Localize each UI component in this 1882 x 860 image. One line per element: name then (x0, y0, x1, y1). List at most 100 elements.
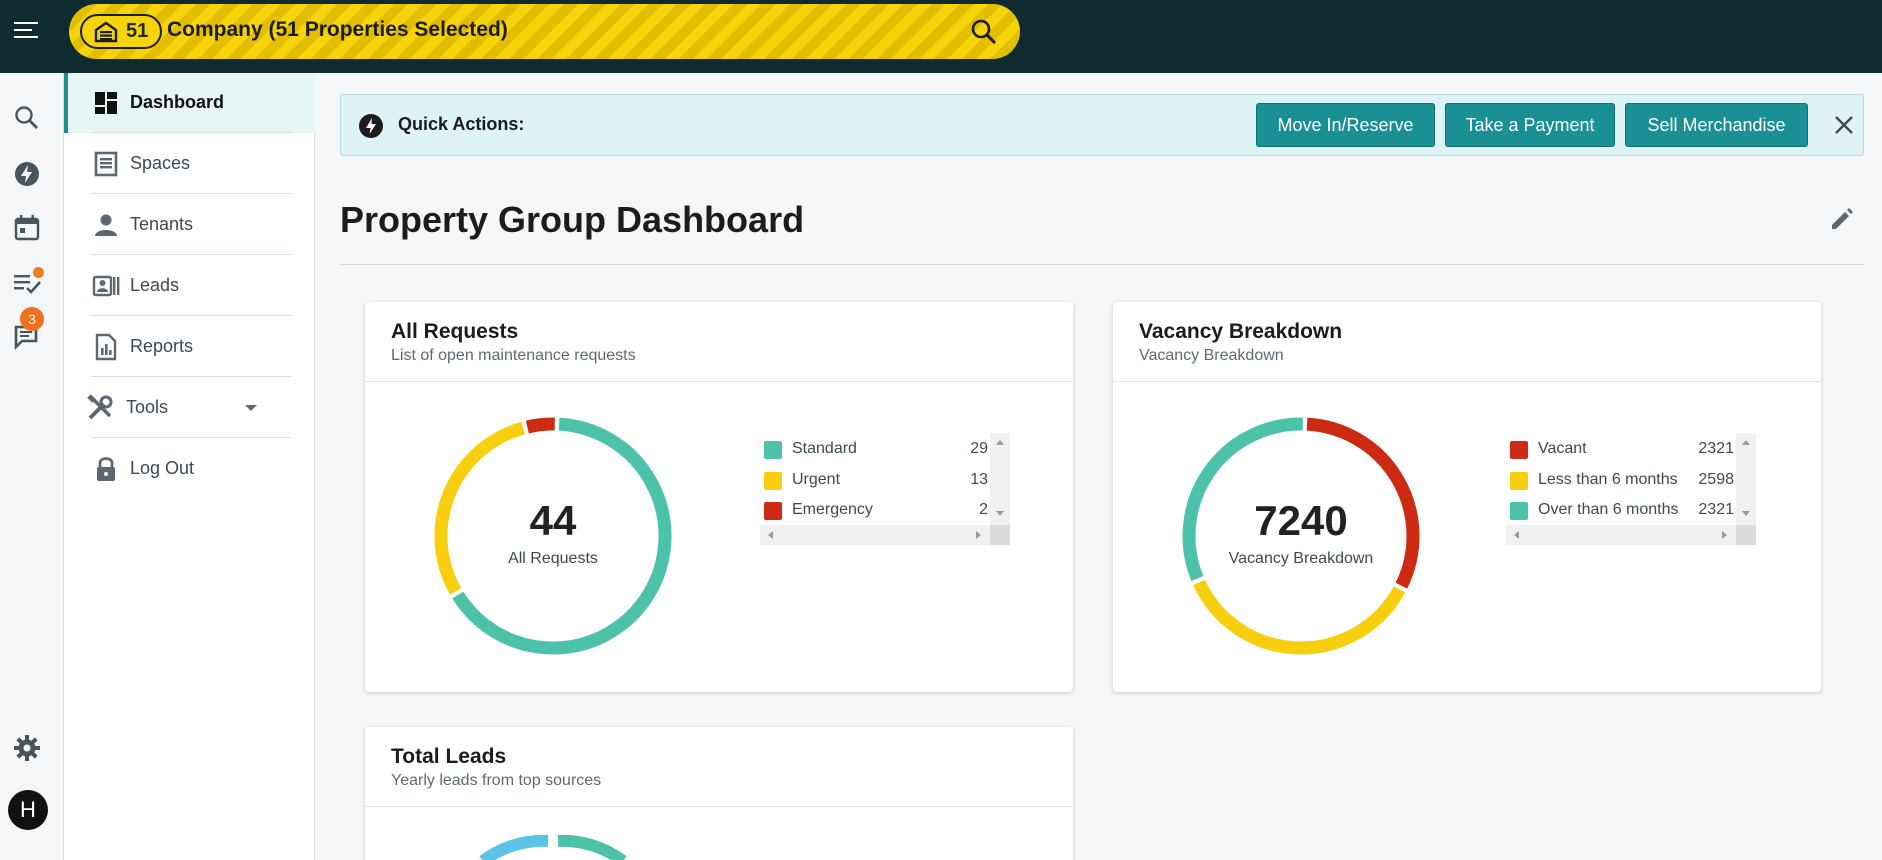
search-icon[interactable] (970, 18, 998, 46)
card-header: All Requests List of open maintenance re… (365, 302, 1073, 382)
legend-vertical-scrollbar[interactable] (1736, 433, 1756, 525)
bolt-icon[interactable] (12, 159, 42, 189)
side-nav: Dashboard Spaces Tenants Leads Reports T… (64, 73, 315, 860)
legend-swatch (1510, 472, 1528, 490)
nav-item-logout[interactable]: Log Out (64, 439, 315, 499)
top-bar: 51 Company (51 Properties Selected) (0, 0, 1882, 73)
dashboard-icon (95, 92, 117, 114)
person-icon (95, 214, 117, 236)
nav-item-tenants[interactable]: Tenants (64, 195, 315, 255)
legend-item: Urgent 13 (762, 469, 988, 493)
chart-legend: Vacant 2321 Less than 6 months 2598 Over… (1506, 433, 1756, 545)
leads-donut-chart-partial (479, 834, 627, 860)
icon-rail: 3 H (0, 73, 64, 860)
legend-value: 2321 (1698, 501, 1734, 518)
bolt-icon (359, 114, 383, 138)
legend-item: Vacant 2321 (1508, 438, 1734, 462)
nav-label-reports: Reports (130, 336, 194, 356)
main-content: Quick Actions: Move In/Reserve Take a Pa… (316, 73, 1882, 860)
legend-item: Over than 6 months 2321 (1508, 499, 1734, 523)
scrollbar-corner (1736, 525, 1756, 545)
donut-total: 44 (529, 497, 577, 544)
donut-slice-emergency[interactable] (525, 417, 555, 434)
total-leads-card: Total Leads Yearly leads from top source… (365, 727, 1073, 860)
title-divider (340, 264, 1864, 265)
nav-divider (91, 193, 291, 194)
legend-horizontal-scrollbar[interactable] (760, 525, 990, 545)
company-label: Company (51 Properties Selected) (167, 18, 508, 41)
card-title: Total Leads (391, 745, 507, 768)
donut-total-label: All Requests (508, 550, 598, 567)
nav-item-dashboard[interactable]: Dashboard (64, 73, 315, 133)
legend-vertical-scrollbar[interactable] (990, 433, 1010, 525)
nav-divider (91, 132, 291, 133)
card-title: All Requests (391, 320, 519, 343)
card-subtitle: List of open maintenance requests (391, 347, 636, 364)
quick-actions-bar: Quick Actions: Move In/Reserve Take a Pa… (340, 94, 1864, 156)
legend-value: 2598 (1698, 471, 1734, 488)
hamburger-menu-icon[interactable] (14, 22, 38, 42)
nav-label-dashboard: Dashboard (130, 92, 225, 112)
chevron-down-icon[interactable] (244, 403, 258, 413)
card-header: Total Leads Yearly leads from top source… (365, 727, 1073, 807)
legend-value: 29 (970, 440, 988, 457)
legend-label: Over than 6 months (1538, 501, 1679, 518)
nav-item-tools[interactable]: Tools (64, 378, 315, 438)
card-header: Vacancy Breakdown Vacancy Breakdown (1113, 302, 1821, 382)
nav-label-tenants: Tenants (130, 214, 194, 234)
legend-value: 2321 (1698, 440, 1734, 457)
close-icon[interactable] (1831, 112, 1857, 138)
contact-card-icon (92, 275, 120, 297)
legend-swatch (1510, 441, 1528, 459)
card-subtitle: Yearly leads from top sources (391, 772, 602, 789)
search-icon[interactable] (12, 103, 42, 133)
storage-unit-icon (94, 151, 118, 177)
vacancy-breakdown-card: Vacancy Breakdown Vacancy Breakdown 7240… (1113, 302, 1821, 692)
nav-divider (91, 437, 291, 438)
page-title: Property Group Dashboard (340, 199, 805, 240)
avatar[interactable]: H (8, 790, 48, 830)
take-payment-button[interactable]: Take a Payment (1445, 103, 1615, 147)
legend-value: 13 (970, 471, 988, 488)
nav-label-logout: Log Out (130, 458, 195, 478)
nav-item-leads[interactable]: Leads (64, 256, 315, 316)
legend-value: 2 (979, 501, 988, 518)
legend-swatch (764, 441, 782, 459)
all-requests-card: All Requests List of open maintenance re… (365, 302, 1073, 692)
donut-total-label: Vacancy Breakdown (1228, 550, 1374, 567)
nav-divider (91, 376, 291, 377)
legend-swatch (1510, 502, 1528, 520)
company-selector[interactable]: 51 Company (51 Properties Selected) (69, 4, 1020, 59)
lock-icon (97, 457, 115, 481)
sell-merchandise-button[interactable]: Sell Merchandise (1625, 103, 1808, 147)
donut-total: 7240 (1254, 497, 1348, 544)
nav-label-leads: Leads (130, 275, 180, 295)
legend-swatch (764, 502, 782, 520)
nav-item-spaces[interactable]: Spaces (64, 134, 315, 194)
legend-item: Standard 29 (762, 438, 988, 462)
legend-swatch (764, 472, 782, 490)
nav-label-spaces: Spaces (130, 153, 191, 173)
nav-item-reports[interactable]: Reports (64, 317, 315, 377)
property-count-badge: 51 (80, 14, 162, 49)
legend-label: Standard (792, 440, 857, 457)
legend-horizontal-scrollbar[interactable] (1506, 525, 1736, 545)
donut-slice-less-than-6-months[interactable] (1193, 579, 1406, 655)
edit-pencil-icon[interactable] (1828, 205, 1856, 233)
legend-item: Less than 6 months 2598 (1508, 469, 1734, 493)
gear-icon[interactable] (12, 733, 42, 763)
legend-label: Less than 6 months (1538, 471, 1678, 488)
building-icon (94, 21, 118, 42)
chat-badge: 3 (20, 307, 44, 331)
property-count: 51 (126, 20, 149, 42)
scrollbar-corner (990, 525, 1010, 545)
legend-label: Urgent (792, 471, 841, 488)
tools-icon (87, 394, 113, 420)
move-in-reserve-button[interactable]: Move In/Reserve (1256, 103, 1435, 147)
legend-item: Emergency 2 (762, 499, 988, 523)
report-icon (95, 333, 117, 361)
card-subtitle: Vacancy Breakdown (1139, 347, 1284, 364)
calendar-icon[interactable] (12, 213, 42, 243)
nav-label-tools: Tools (126, 397, 169, 417)
card-title: Vacancy Breakdown (1139, 320, 1343, 343)
